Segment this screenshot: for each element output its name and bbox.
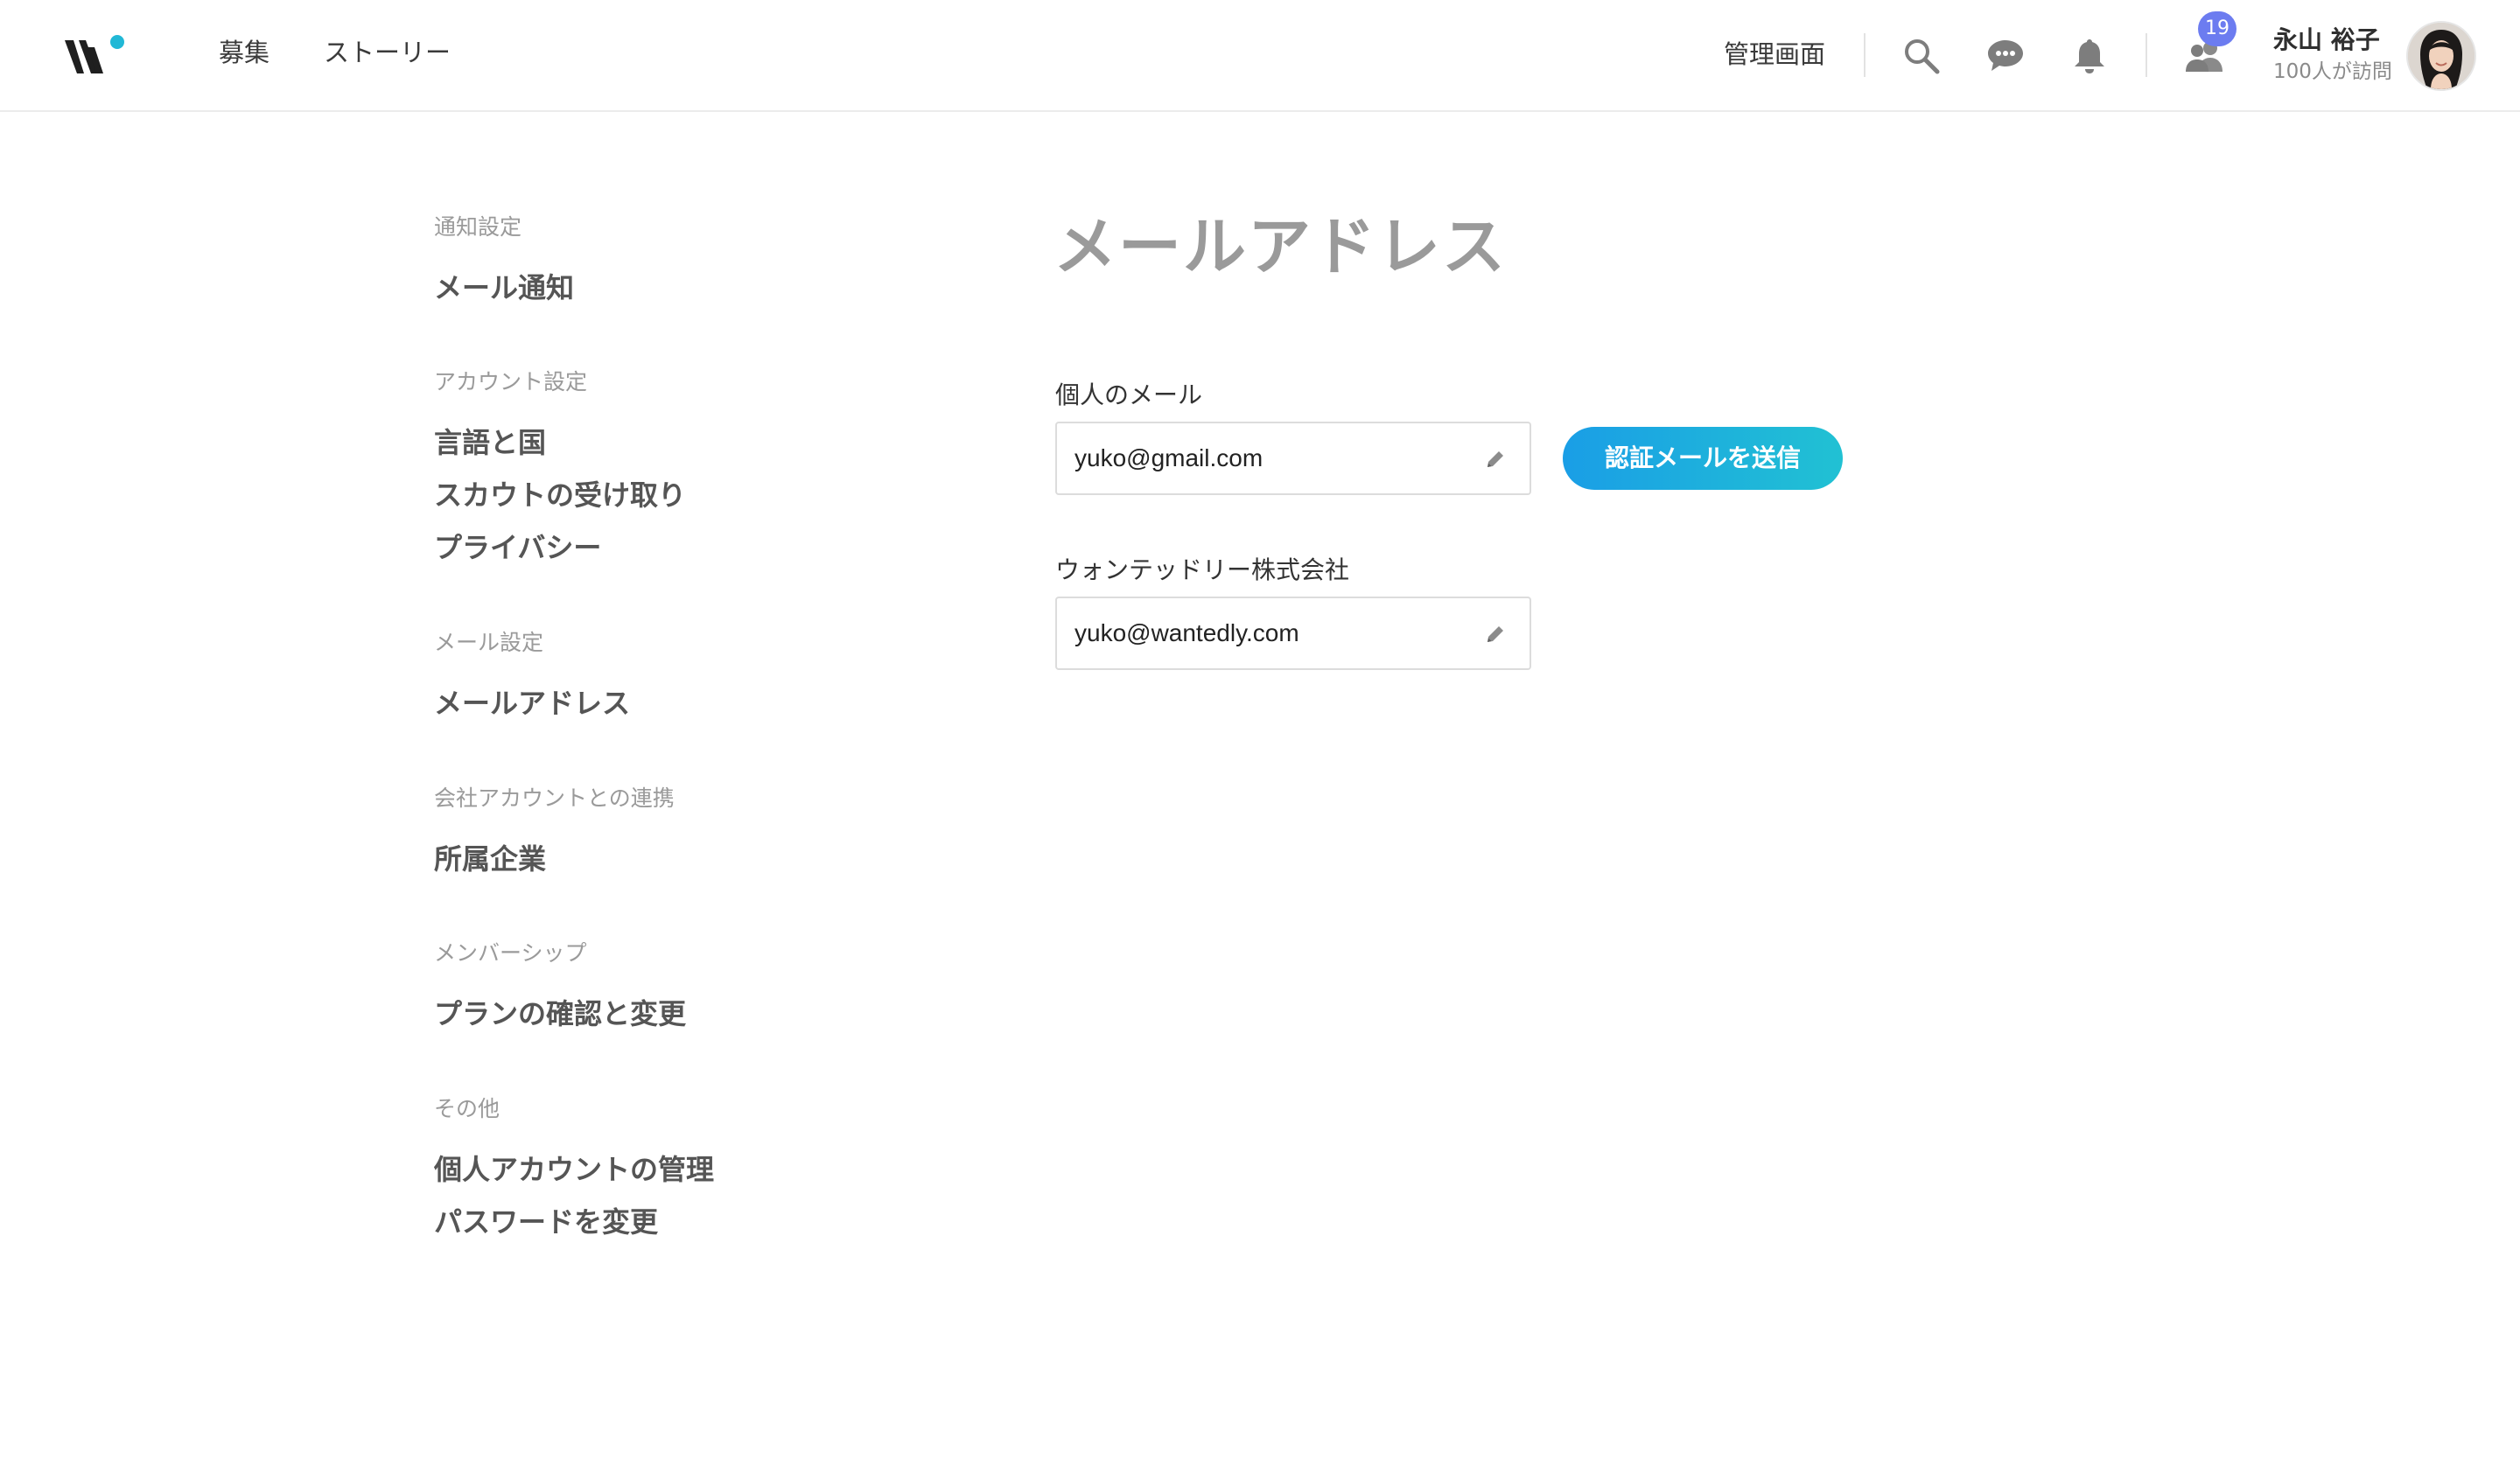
user-name[interactable]: 永山 裕子: [2273, 24, 2380, 56]
avatar[interactable]: [2406, 21, 2476, 91]
section-label-notification: 通知設定: [434, 214, 522, 240]
section-label-account: アカウント設定: [434, 369, 588, 394]
wantedly-logo-icon[interactable]: [63, 33, 128, 79]
bell-icon[interactable]: [2072, 37, 2107, 75]
section-label-other: その他: [434, 1096, 500, 1121]
notification-badge: 19: [2198, 11, 2236, 46]
section-label-company-link: 会社アカウントとの連携: [434, 785, 675, 811]
header-divider: [2146, 33, 2147, 77]
sidebar-item-scout[interactable]: スカウトの受け取り: [434, 476, 686, 514]
sidebar-item-affiliated-company[interactable]: 所属企業: [434, 840, 546, 878]
sidebar-item-personal-account[interactable]: 個人アカウントの管理: [434, 1150, 714, 1189]
sidebar-item-language-country[interactable]: 言語と国: [434, 423, 546, 462]
personal-email-label: 個人のメール: [1055, 380, 1203, 409]
pencil-icon[interactable]: [1484, 448, 1507, 471]
section-label-mail: メール設定: [434, 630, 544, 655]
sidebar-item-email-address[interactable]: メールアドレス: [434, 684, 630, 723]
company-email-label: ウォンテッドリー株式会社: [1055, 555, 1350, 584]
personal-email-input[interactable]: [1074, 439, 1460, 478]
sidebar-item-plan[interactable]: プランの確認と変更: [434, 995, 686, 1033]
company-email-input[interactable]: [1074, 614, 1460, 653]
nav-recruit[interactable]: 募集: [219, 35, 270, 70]
page-title: メールアドレス: [1054, 210, 1508, 283]
send-verification-button[interactable]: 認証メールを送信: [1563, 427, 1843, 490]
visitor-count: 100人が訪問: [2273, 60, 2392, 83]
section-label-membership: メンバーシップ: [434, 940, 587, 966]
sidebar-item-change-password[interactable]: パスワードを変更: [434, 1203, 658, 1241]
admin-link[interactable]: 管理画面: [1724, 37, 1825, 72]
sidebar-item-email-notification[interactable]: メール通知: [434, 269, 574, 307]
pencil-icon[interactable]: [1484, 623, 1507, 646]
chat-icon[interactable]: [1986, 38, 2025, 73]
personal-email-field[interactable]: [1055, 422, 1531, 495]
search-icon[interactable]: [1902, 37, 1941, 75]
top-header: 募集 ストーリー 管理画面 19 永山 裕子 100人が訪問: [0, 0, 2520, 112]
nav-story[interactable]: ストーリー: [324, 35, 451, 70]
sidebar-item-privacy[interactable]: プライバシー: [434, 528, 601, 567]
header-divider: [1864, 33, 1866, 77]
company-email-field[interactable]: [1055, 597, 1531, 670]
